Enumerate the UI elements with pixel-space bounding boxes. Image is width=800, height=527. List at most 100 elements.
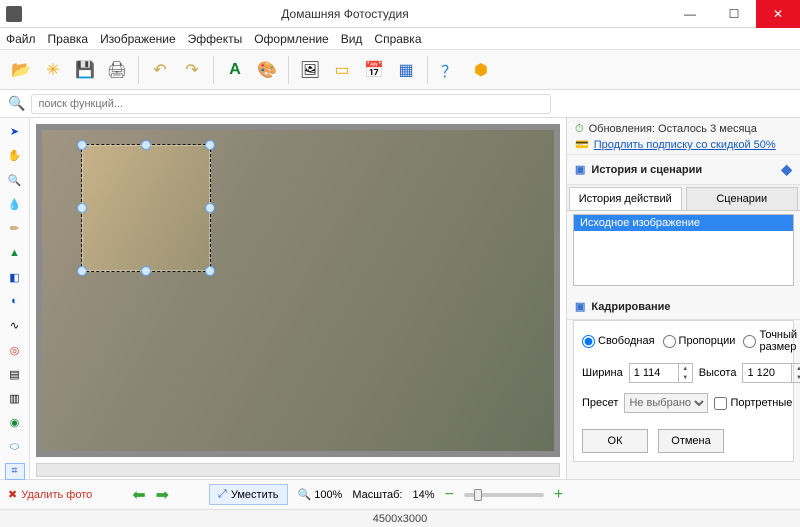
text-icon[interactable]: A xyxy=(220,55,250,85)
crop-icon: ▣ xyxy=(575,300,585,313)
eyedropper-tool-icon[interactable]: 💧 xyxy=(6,197,24,212)
zoom-tool-icon[interactable]: 🔍 xyxy=(6,173,24,188)
clone-tool-icon[interactable]: ▲ xyxy=(6,245,24,260)
menu-effects[interactable]: Эффекты xyxy=(188,32,243,46)
print-icon[interactable]: 🖨 xyxy=(102,55,132,85)
crop-handle-r[interactable] xyxy=(205,203,215,213)
bottom-bar: ✖Удалить фото ⬅ ➡ ⤢Уместить 🔍100% Масшта… xyxy=(0,479,800,509)
redo-icon[interactable]: ↷ xyxy=(177,55,207,85)
zoom-thumb[interactable] xyxy=(474,489,482,501)
renew-link[interactable]: Продлить подписку со скидкой 50% xyxy=(594,138,776,152)
menu-decoration[interactable]: Оформление xyxy=(254,32,328,46)
mode-exact[interactable]: Точный размер xyxy=(743,329,797,353)
scale-label: Масштаб: xyxy=(352,489,402,501)
mode-ratio[interactable]: Пропорции xyxy=(663,335,736,348)
crop-handle-tr[interactable] xyxy=(205,140,215,150)
crop-tool-icon[interactable]: ⌗ xyxy=(6,464,24,479)
calendar-icon[interactable]: 📅 xyxy=(359,55,389,85)
stamp-tool-icon[interactable]: ◉ xyxy=(6,415,24,430)
image-dimensions: 4500x3000 xyxy=(373,513,427,525)
tab-scenarios[interactable]: Сценарии xyxy=(686,187,799,210)
history-panel-header: ▣ История и сценарии ◆ xyxy=(567,155,800,185)
crop-panel: Свободная Пропорции Точный размер Ширина… xyxy=(573,320,794,462)
width-input[interactable] xyxy=(629,363,679,383)
crop-handle-t[interactable] xyxy=(141,140,151,150)
preset-select[interactable]: Не выбрано xyxy=(624,393,708,413)
frame-icon[interactable]: ▭ xyxy=(327,55,357,85)
save-icon[interactable]: 💾 xyxy=(70,55,100,85)
collapse-icon[interactable]: ◆ xyxy=(781,161,792,178)
crop-handle-bl[interactable] xyxy=(77,266,87,276)
palette-icon[interactable]: 🎨 xyxy=(252,55,282,85)
menu-help[interactable]: Справка xyxy=(374,32,421,46)
window-title: Домашняя Фотостудия xyxy=(22,7,668,21)
maximize-button[interactable]: ☐ xyxy=(712,0,756,28)
status-bar: 4500x3000 xyxy=(0,509,800,527)
menu-view[interactable]: Вид xyxy=(341,32,363,46)
delete-icon: ✖ xyxy=(8,488,17,501)
redeye-tool-icon[interactable]: ◎ xyxy=(6,342,24,357)
undo-icon[interactable]: ↶ xyxy=(145,55,175,85)
history-item[interactable]: Исходное изображение xyxy=(574,215,793,231)
fit-button[interactable]: ⤢Уместить xyxy=(209,484,287,505)
next-arrow-icon[interactable]: ➡ xyxy=(156,485,169,505)
portrait-checkbox[interactable]: Портретные xyxy=(714,397,792,410)
search-icon: 🔍 xyxy=(8,95,25,112)
history-icon: ▣ xyxy=(575,163,585,176)
titlebar: Домашняя Фотостудия — ☐ ✕ xyxy=(0,0,800,28)
image-icon[interactable]: 🖼 xyxy=(295,55,325,85)
delete-photo-button[interactable]: ✖Удалить фото xyxy=(8,488,92,501)
menubar: Файл Правка Изображение Эффекты Оформлен… xyxy=(0,28,800,50)
layers-tool-icon[interactable]: ▤ xyxy=(6,367,24,382)
crop-handle-tl[interactable] xyxy=(77,140,87,150)
history-list[interactable]: Исходное изображение xyxy=(573,214,794,286)
clock-icon: ⏱ xyxy=(575,122,584,136)
eraser-tool-icon[interactable]: ⬭ xyxy=(6,439,24,454)
menu-edit[interactable]: Правка xyxy=(48,32,89,46)
left-toolbox: ➤ ✋ 🔍 💧 ✏ ▲ ◧ ◐ ∿ ◎ ▤ ▥ ◉ ⬭ ⌗ xyxy=(0,118,30,479)
home-icon[interactable]: ⬢ xyxy=(466,55,496,85)
tab-history[interactable]: История действий xyxy=(569,187,682,210)
grid-icon[interactable]: ▦ xyxy=(391,55,421,85)
menu-file[interactable]: Файл xyxy=(6,32,36,46)
width-spinner[interactable]: ▲▼ xyxy=(679,363,693,383)
hand-tool-icon[interactable]: ✋ xyxy=(6,148,24,163)
width-label: Ширина xyxy=(582,367,623,379)
brush-tool-icon[interactable]: ✏ xyxy=(6,221,24,236)
preset-row: Пресет Не выбрано Портретные xyxy=(582,393,785,413)
right-panel: ⏱Обновления: Осталось 3 месяца 💳Продлить… xyxy=(566,118,800,479)
film-icon[interactable]: ✳ xyxy=(38,55,68,85)
horizontal-scrollbar[interactable] xyxy=(36,463,560,477)
app-icon xyxy=(6,6,22,22)
height-spinner[interactable]: ▲▼ xyxy=(792,363,800,383)
menu-image[interactable]: Изображение xyxy=(100,32,176,46)
crop-handle-br[interactable] xyxy=(205,266,215,276)
canvas-wrap xyxy=(30,118,566,479)
mode-free[interactable]: Свободная xyxy=(582,335,655,348)
close-button[interactable]: ✕ xyxy=(756,0,800,28)
gradient-tool-icon[interactable]: ◧ xyxy=(6,270,24,285)
minimize-button[interactable]: — xyxy=(668,0,712,28)
pointer-tool-icon[interactable]: ➤ xyxy=(6,124,24,139)
cancel-button[interactable]: Отмена xyxy=(658,429,724,453)
crop-handle-l[interactable] xyxy=(77,203,87,213)
crop-handle-b[interactable] xyxy=(141,266,151,276)
canvas[interactable] xyxy=(36,124,560,457)
crop-mode-row: Свободная Пропорции Точный размер xyxy=(582,329,785,353)
open-icon[interactable]: 📂 xyxy=(6,55,36,85)
zoom-out-icon[interactable]: − xyxy=(445,486,454,504)
crop-selection[interactable] xyxy=(81,144,211,272)
height-input[interactable] xyxy=(742,363,792,383)
zoom-in-icon[interactable]: + xyxy=(554,486,563,504)
zoom-100-button[interactable]: 🔍100% xyxy=(298,488,343,501)
ok-button[interactable]: ОК xyxy=(582,429,648,453)
contrast-tool-icon[interactable]: ◐ xyxy=(6,294,24,309)
search-input[interactable] xyxy=(31,94,551,114)
channels-tool-icon[interactable]: ▥ xyxy=(6,391,24,406)
card-icon: 💳 xyxy=(575,138,589,152)
prev-arrow-icon[interactable]: ⬅ xyxy=(132,485,145,505)
scale-value: 14% xyxy=(412,489,434,501)
zoom-slider[interactable] xyxy=(464,493,544,497)
curves-tool-icon[interactable]: ∿ xyxy=(6,318,24,333)
help-icon[interactable]: ？ xyxy=(434,55,464,85)
